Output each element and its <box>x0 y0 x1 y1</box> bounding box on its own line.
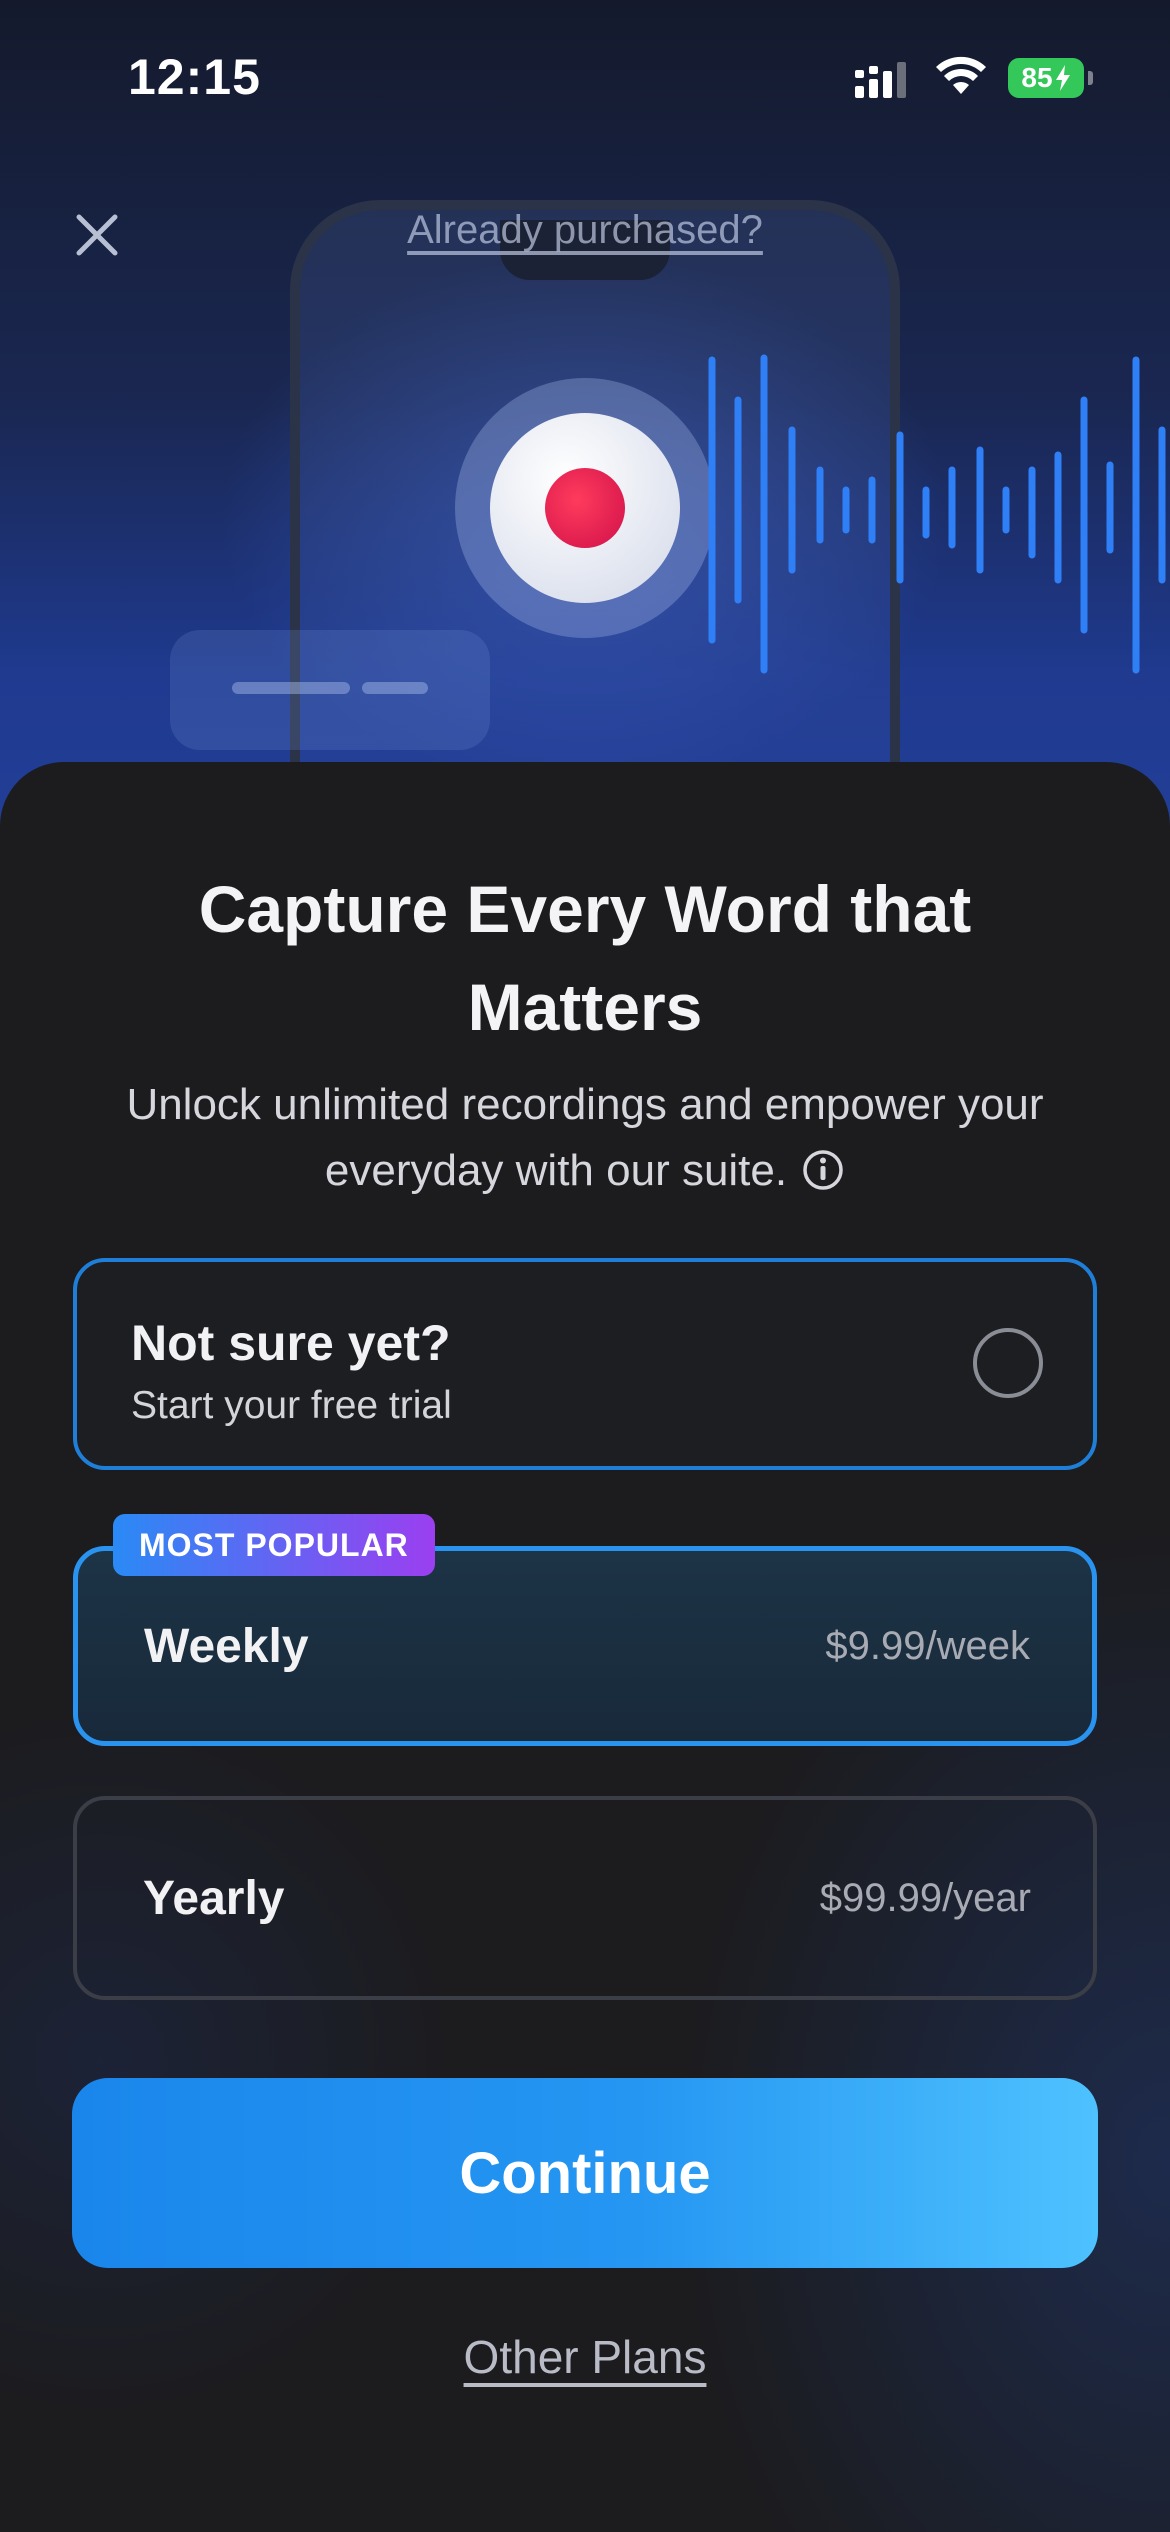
yearly-plan-option[interactable]: Yearly $99.99/year <box>73 1796 1097 2000</box>
weekly-plan-option[interactable]: Weekly $9.99/week <box>73 1546 1097 1746</box>
subtitle-text: Unlock unlimited recordings and empower … <box>126 1080 1044 1195</box>
page-title: Capture Every Word that Matters <box>198 872 972 1044</box>
trial-title: Not sure yet? <box>131 1315 451 1371</box>
waveform-icon <box>708 354 1166 674</box>
free-trial-option[interactable]: Not sure yet? Start your free trial <box>73 1258 1097 1470</box>
chat-line <box>232 682 350 694</box>
other-plans-link[interactable]: Other Plans <box>0 2330 1170 2384</box>
status-bar: 12:15 85 <box>0 0 1170 150</box>
most-popular-badge: MOST POPULAR <box>113 1514 435 1576</box>
continue-button[interactable]: Continue <box>72 2078 1098 2268</box>
info-icon[interactable] <box>801 1148 845 1192</box>
trial-radio-button[interactable] <box>973 1328 1043 1398</box>
weekly-plan-price: $9.99/week <box>825 1623 1030 1668</box>
charging-bolt-icon <box>1055 65 1070 91</box>
status-time: 12:15 <box>128 49 261 105</box>
already-purchased-link[interactable]: Already purchased? <box>0 208 1170 253</box>
page-subtitle: Unlock unlimited recordings and empower … <box>70 1072 1100 1204</box>
record-dot-icon <box>545 468 625 548</box>
yearly-plan-name: Yearly <box>143 1871 285 1925</box>
wifi-icon <box>936 56 986 94</box>
yearly-plan-price: $99.99/year <box>819 1875 1031 1920</box>
battery-icon: 85 <box>1008 58 1093 98</box>
trial-subtitle: Start your free trial <box>131 1384 452 1427</box>
battery-level: 85 <box>1021 62 1053 93</box>
chat-line <box>362 682 428 694</box>
weekly-plan-name: Weekly <box>144 1619 309 1673</box>
cellular-signal-icon <box>855 62 906 98</box>
